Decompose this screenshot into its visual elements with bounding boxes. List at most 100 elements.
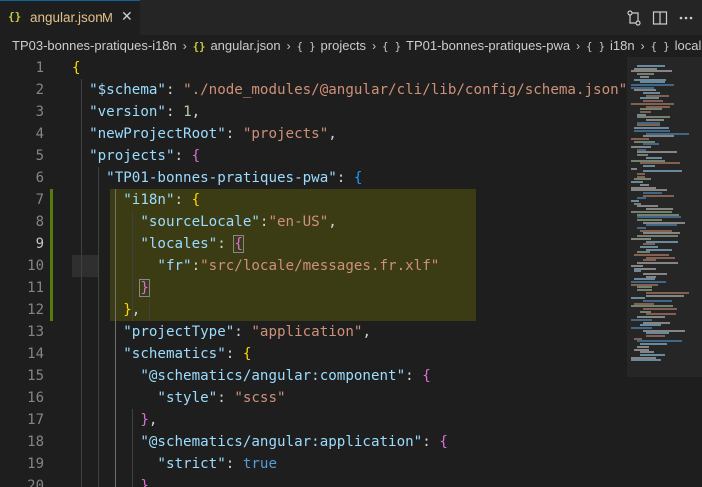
minimap-line [643,135,674,138]
code-token: { [72,60,81,76]
code-line[interactable]: { [72,57,81,79]
minimap-line [631,70,672,73]
minimap-line [631,137,649,140]
code-token: : [191,258,201,274]
minimap-line [631,200,639,202]
minimap-line [643,308,677,310]
minimap-line [640,81,665,84]
more-actions-icon[interactable] [677,9,695,27]
compare-changes-icon[interactable] [625,9,643,27]
minimap[interactable] [627,57,702,487]
code-token: : [422,434,440,450]
minimap-line [643,92,660,94]
code-token: : [165,104,184,120]
code-line[interactable]: "@schematics/angular:application": { [72,431,448,453]
code-line[interactable]: "schematics": { [72,343,251,365]
line-number: 4 [35,126,44,142]
code-editor[interactable]: 1 2 3 4 5 6 7 8 9 10 11 12 13 14 15 16 17 18 19 20 { "$sche… [0,57,702,487]
minimap-line [646,313,676,316]
code-token: : [217,390,235,406]
git-added-indicator[interactable] [50,189,53,321]
line-number: 18 [27,434,44,450]
minimap-line [640,310,651,313]
minimap-line [646,256,675,259]
vscode-window: {} angular.json M ✕ TP03-bonnes-pratique… [0,0,702,487]
code-token: "i18n" [72,192,175,208]
close-icon[interactable]: ✕ [121,9,133,25]
json-file-icon: {} [8,10,22,23]
minimap-line [634,202,641,205]
breadcrumb-item[interactable]: { } locales [651,38,702,53]
minimap-line [646,291,689,294]
breadcrumb-label: TP03-bonnes-pratiques-i18n [12,38,177,53]
code-content[interactable]: { "$schema": "./node_modules/@angular/cl… [72,57,627,487]
minimap-line [640,351,654,354]
code-line[interactable]: "TP01-bonnes-pratiques-pwa": { [72,167,362,189]
minimap-line [631,281,666,283]
minimap-line [631,167,637,170]
code-line[interactable]: } [72,475,149,487]
code-line[interactable]: "sourceLocale":"en-US", [72,211,336,233]
minimap-line [631,186,656,189]
minimap-line [634,254,669,256]
code-line[interactable]: "projects": { [72,145,200,167]
code-line[interactable]: "i18n": { [72,189,200,211]
minimap-line [631,86,654,89]
code-token: "version" [72,104,166,120]
minimap-line [646,224,677,227]
minimap-line [646,105,670,108]
code-line[interactable]: "locales": { [72,233,244,255]
breadcrumb-label: angular.json [210,38,281,53]
breadcrumb-item[interactable]: { } projects [297,38,367,53]
code-token: , [328,126,337,142]
code-token: : [225,126,243,142]
minimap-line [637,345,649,348]
breadcrumb-item[interactable]: TP03-bonnes-pratiques-i18n [12,38,177,53]
tab-angular-json[interactable]: {} angular.json M ✕ [0,0,140,35]
minimap-line [640,75,649,78]
code-token: "TP01-bonnes-pratiques-pwa" [72,170,337,186]
minimap-line [631,210,672,213]
minimap-line [637,151,677,154]
code-token: { [191,148,201,164]
object-icon: { } [650,41,670,53]
code-line[interactable]: "newProjectRoot": "projects", [72,123,337,145]
code-token: "newProjectRoot" [72,126,226,142]
code-line[interactable]: }, [72,299,140,321]
minimap-line [637,289,652,292]
minimap-line [646,335,665,337]
code-token: "src/locale/messages.fr.xlf" [200,258,440,274]
breadcrumb-item[interactable]: { } TP01-bonnes-pratiques-pwa [382,38,570,53]
minimap-line [640,162,680,165]
minimap-line [646,94,669,97]
code-line[interactable]: "fr":"src/locale/messages.fr.xlf" [72,255,439,277]
code-line[interactable]: "$schema": "./node_modules/@angular/cli/… [72,79,627,101]
minimap-line [637,235,678,238]
code-token: } [139,279,150,297]
code-line[interactable]: "version": 1, [72,101,200,123]
code-line[interactable]: "projectType": "application", [72,321,371,343]
code-line[interactable]: "@schematics/angular:component": { [72,365,430,387]
code-line[interactable]: "strict": true [72,453,277,475]
minimap-line [643,321,670,324]
code-token: : [405,368,423,384]
minimap-line [634,270,641,273]
breadcrumb-item[interactable]: { } i18n [586,38,635,53]
line-number: 3 [35,104,44,120]
minimap-line [640,97,659,100]
breadcrumb-separator: › [640,39,645,53]
breadcrumb-item[interactable]: {} angular.json [193,38,281,53]
code-line[interactable]: } [72,277,150,299]
minimap-line [634,89,656,92]
breadcrumb-row: TP03-bonnes-pratiques-i18n › {} angular.jso… [12,35,702,57]
line-number: 20 [27,478,44,487]
minimap-line [646,332,669,335]
code-token: { [242,346,252,362]
code-line[interactable]: }, [72,409,157,431]
code-line[interactable]: "style": "scss" [72,387,285,409]
split-editor-icon[interactable] [651,9,669,27]
line-number: 13 [27,324,44,340]
